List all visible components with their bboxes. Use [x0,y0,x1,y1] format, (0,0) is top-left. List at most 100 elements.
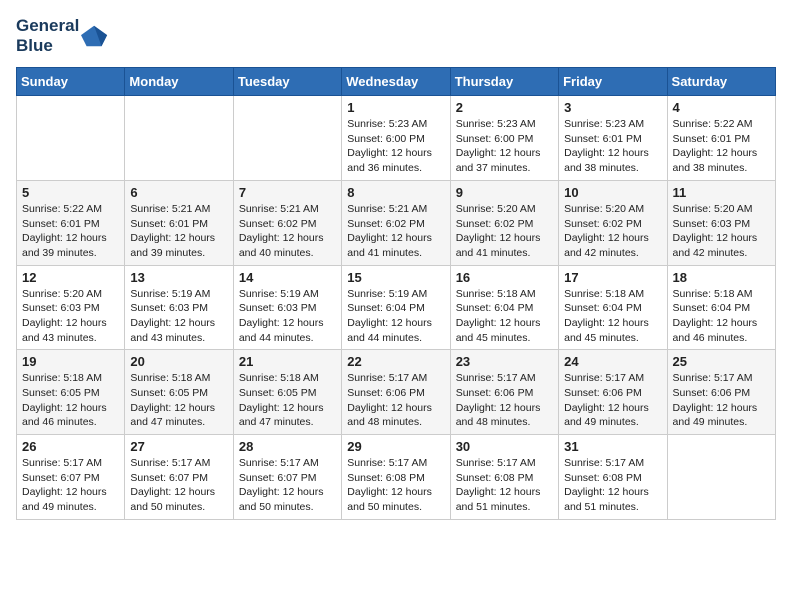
day-info: Sunrise: 5:20 AM Sunset: 6:03 PM Dayligh… [673,202,770,261]
day-info: Sunrise: 5:22 AM Sunset: 6:01 PM Dayligh… [673,117,770,176]
day-number: 31 [564,439,661,454]
calendar-cell [233,96,341,181]
day-number: 18 [673,270,770,285]
day-header-saturday: Saturday [667,68,775,96]
calendar-cell: 24Sunrise: 5:17 AM Sunset: 6:06 PM Dayli… [559,350,667,435]
day-header-wednesday: Wednesday [342,68,450,96]
day-number: 13 [130,270,227,285]
day-header-monday: Monday [125,68,233,96]
day-number: 15 [347,270,444,285]
calendar-cell: 13 Sunrise: 5:19 AM Sunset: 6:03 PM Dayli… [125,265,233,350]
calendar-week-5: 26 Sunrise: 5:17 AM Sunset: 6:07 PM Dayli… [17,435,776,520]
day-info: Sunrise: 5:18 AM Sunset: 6:05 PM Dayligh… [130,371,227,430]
calendar-week-2: 5Sunrise: 5:22 AM Sunset: 6:01 PM Daylig… [17,180,776,265]
day-info: Sunrise: 5:17 AM Sunset: 6:06 PM Dayligh… [673,371,770,430]
day-number: 10 [564,185,661,200]
day-number: 29 [347,439,444,454]
logo-icon [81,22,109,50]
day-header-friday: Friday [559,68,667,96]
day-number: 16 [456,270,553,285]
day-number: 11 [673,185,770,200]
day-number: 28 [239,439,336,454]
day-info: Sunrise: 5:18 AM Sunset: 6:05 PM Dayligh… [22,371,119,430]
calendar-cell [667,435,775,520]
day-info: Sunrise: 5:18 AM Sunset: 6:04 PM Dayligh… [564,287,661,346]
day-number: 12 [22,270,119,285]
day-number: 17 [564,270,661,285]
day-number: 23 [456,354,553,369]
day-info: Sunrise: 5:23 AM Sunset: 6:00 PM Dayligh… [456,117,553,176]
day-number: 21 [239,354,336,369]
day-info: Sunrise: 5:18 AM Sunset: 6:04 PM Dayligh… [673,287,770,346]
day-info: Sunrise: 5:20 AM Sunset: 6:03 PM Dayligh… [22,287,119,346]
day-info: Sunrise: 5:19 AM Sunset: 6:03 PM Dayligh… [130,287,227,346]
calendar-cell: 19 Sunrise: 5:18 AM Sunset: 6:05 PM Dayli… [17,350,125,435]
calendar-cell: 26 Sunrise: 5:17 AM Sunset: 6:07 PM Dayli… [17,435,125,520]
day-number: 1 [347,100,444,115]
calendar-cell: 28 Sunrise: 5:17 AM Sunset: 6:07 PM Dayli… [233,435,341,520]
calendar-cell: 15 Sunrise: 5:19 AM Sunset: 6:04 PM Dayli… [342,265,450,350]
calendar-cell: 1 Sunrise: 5:23 AM Sunset: 6:00 PM Daylig… [342,96,450,181]
day-info: Sunrise: 5:19 AM Sunset: 6:04 PM Dayligh… [347,287,444,346]
calendar-cell: 7 Sunrise: 5:21 AM Sunset: 6:02 PM Daylig… [233,180,341,265]
header: General Blue [16,16,776,55]
day-number: 7 [239,185,336,200]
calendar-cell: 22Sunrise: 5:17 AM Sunset: 6:06 PM Dayli… [342,350,450,435]
day-info: Sunrise: 5:17 AM Sunset: 6:06 PM Dayligh… [347,371,444,430]
calendar-cell [17,96,125,181]
calendar-cell: 5Sunrise: 5:22 AM Sunset: 6:01 PM Daylig… [17,180,125,265]
day-number: 26 [22,439,119,454]
calendar-week-4: 19 Sunrise: 5:18 AM Sunset: 6:05 PM Dayli… [17,350,776,435]
day-info: Sunrise: 5:22 AM Sunset: 6:01 PM Dayligh… [22,202,119,261]
day-info: Sunrise: 5:17 AM Sunset: 6:06 PM Dayligh… [564,371,661,430]
day-info: Sunrise: 5:17 AM Sunset: 6:06 PM Dayligh… [456,371,553,430]
calendar-cell: 27Sunrise: 5:17 AM Sunset: 6:07 PM Dayli… [125,435,233,520]
calendar-cell: 9Sunrise: 5:20 AM Sunset: 6:02 PM Daylig… [450,180,558,265]
day-info: Sunrise: 5:17 AM Sunset: 6:08 PM Dayligh… [456,456,553,515]
day-number: 30 [456,439,553,454]
calendar-cell: 21 Sunrise: 5:18 AM Sunset: 6:05 PM Dayli… [233,350,341,435]
day-number: 9 [456,185,553,200]
calendar-cell [125,96,233,181]
day-info: Sunrise: 5:17 AM Sunset: 6:07 PM Dayligh… [22,456,119,515]
day-info: Sunrise: 5:23 AM Sunset: 6:01 PM Dayligh… [564,117,661,176]
day-number: 19 [22,354,119,369]
day-number: 8 [347,185,444,200]
calendar-cell: 16 Sunrise: 5:18 AM Sunset: 6:04 PM Dayli… [450,265,558,350]
calendar-cell: 8 Sunrise: 5:21 AM Sunset: 6:02 PM Daylig… [342,180,450,265]
calendar-header-row: SundayMondayTuesdayWednesdayThursdayFrid… [17,68,776,96]
day-info: Sunrise: 5:23 AM Sunset: 6:00 PM Dayligh… [347,117,444,176]
day-info: Sunrise: 5:17 AM Sunset: 6:07 PM Dayligh… [130,456,227,515]
day-header-sunday: Sunday [17,68,125,96]
day-info: Sunrise: 5:17 AM Sunset: 6:07 PM Dayligh… [239,456,336,515]
calendar-cell: 17 Sunrise: 5:18 AM Sunset: 6:04 PM Dayli… [559,265,667,350]
day-info: Sunrise: 5:21 AM Sunset: 6:01 PM Dayligh… [130,202,227,261]
calendar-cell: 25 Sunrise: 5:17 AM Sunset: 6:06 PM Dayli… [667,350,775,435]
calendar-cell: 6Sunrise: 5:21 AM Sunset: 6:01 PM Daylig… [125,180,233,265]
calendar-cell: 4Sunrise: 5:22 AM Sunset: 6:01 PM Daylig… [667,96,775,181]
calendar-cell: 20Sunrise: 5:18 AM Sunset: 6:05 PM Dayli… [125,350,233,435]
day-info: Sunrise: 5:20 AM Sunset: 6:02 PM Dayligh… [564,202,661,261]
day-info: Sunrise: 5:19 AM Sunset: 6:03 PM Dayligh… [239,287,336,346]
day-number: 3 [564,100,661,115]
day-info: Sunrise: 5:17 AM Sunset: 6:08 PM Dayligh… [347,456,444,515]
day-header-thursday: Thursday [450,68,558,96]
calendar-cell: 23 Sunrise: 5:17 AM Sunset: 6:06 PM Dayli… [450,350,558,435]
day-info: Sunrise: 5:21 AM Sunset: 6:02 PM Dayligh… [239,202,336,261]
day-info: Sunrise: 5:18 AM Sunset: 6:04 PM Dayligh… [456,287,553,346]
logo-text: General Blue [16,16,79,55]
day-number: 25 [673,354,770,369]
logo: General Blue [16,16,109,55]
calendar-cell: 12 Sunrise: 5:20 AM Sunset: 6:03 PM Dayli… [17,265,125,350]
calendar: SundayMondayTuesdayWednesdayThursdayFrid… [16,67,776,520]
day-info: Sunrise: 5:21 AM Sunset: 6:02 PM Dayligh… [347,202,444,261]
calendar-cell: 29 Sunrise: 5:17 AM Sunset: 6:08 PM Dayli… [342,435,450,520]
day-header-tuesday: Tuesday [233,68,341,96]
calendar-cell: 11 Sunrise: 5:20 AM Sunset: 6:03 PM Dayli… [667,180,775,265]
calendar-cell: 14Sunrise: 5:19 AM Sunset: 6:03 PM Dayli… [233,265,341,350]
calendar-cell: 31 Sunrise: 5:17 AM Sunset: 6:08 PM Dayli… [559,435,667,520]
calendar-cell: 3 Sunrise: 5:23 AM Sunset: 6:01 PM Daylig… [559,96,667,181]
day-info: Sunrise: 5:18 AM Sunset: 6:05 PM Dayligh… [239,371,336,430]
day-info: Sunrise: 5:17 AM Sunset: 6:08 PM Dayligh… [564,456,661,515]
calendar-week-1: 1 Sunrise: 5:23 AM Sunset: 6:00 PM Daylig… [17,96,776,181]
